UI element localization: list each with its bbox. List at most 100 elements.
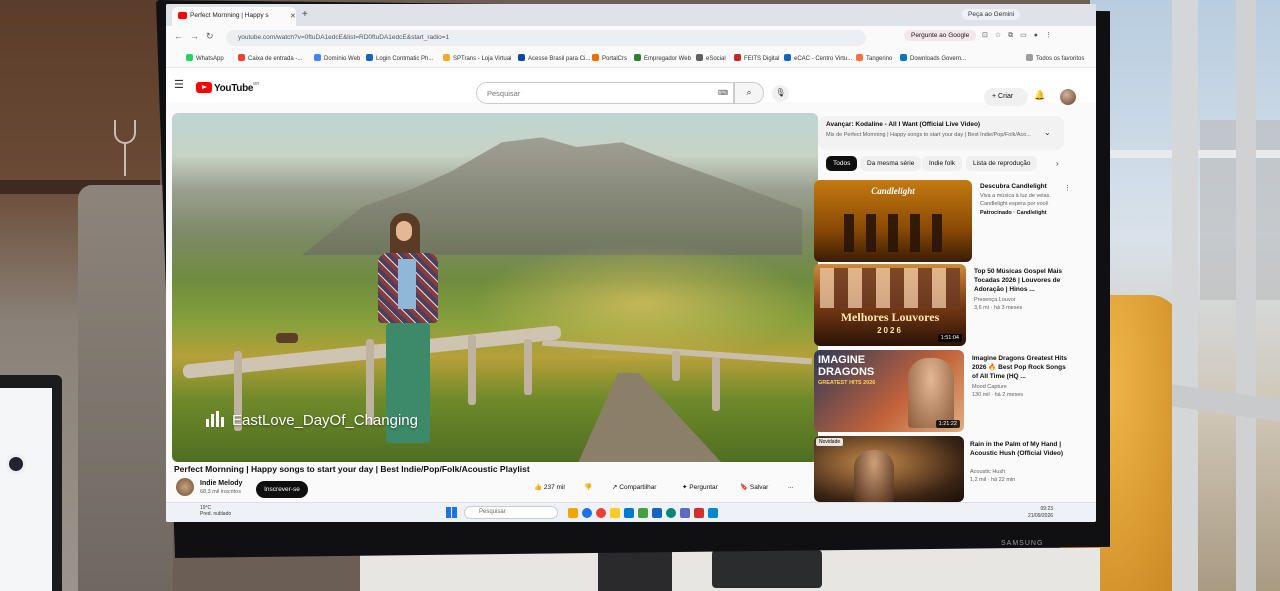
search-icon: ⌕ [746,87,752,97]
recommendation-item[interactable]: Melhores Louvores 2026 1:51:04 Top 50 Mú… [814,264,1076,348]
bookmark-icon [592,54,599,61]
laptop-avatar-icon [6,454,26,474]
forward-arrow-icon[interactable]: → [190,31,199,41]
browser-toolbar-icons[interactable]: ⊡☆⧉▭●⋮ [982,31,1059,40]
browser-tab-active[interactable]: Perfect Mornning | Happy s ✕ [172,7,296,26]
youtube-logo[interactable]: YouTubeBR [196,78,259,96]
reload-icon[interactable]: ↻ [206,31,214,42]
bookmark-item[interactable]: Empregador Web [634,54,691,62]
close-tab-icon[interactable]: ✕ [290,12,296,20]
url-input[interactable]: youtube.com/watch?v=0ftuDA1edcE&list=RD0… [226,30,866,46]
outlook-icon[interactable] [624,508,634,518]
channel-name: Presença Louvor [974,297,1016,303]
ask-button[interactable]: ✦ Perguntar [682,483,718,498]
recommendation-description: Viva a música à luz de velas. [980,193,1051,199]
folder-icon [1026,54,1033,61]
video-player[interactable]: EastLove_DayOf_Changing [172,113,818,462]
bookmark-item[interactable]: Acesse Brasil para Ci... [518,54,590,62]
microphone-icon: 🎙 [775,88,786,97]
windows-start-icon[interactable] [446,507,457,518]
bookmark-icon [443,54,450,61]
taskbar-search-input[interactable]: Pesquisar [464,506,558,519]
create-button[interactable]: + Criar [984,88,1028,106]
file-explorer-icon[interactable] [610,508,620,518]
bookmark-item[interactable]: Downloads Govern... [900,54,966,62]
video-thumbnail[interactable]: Novidade [814,436,964,502]
new-tab-icon[interactable]: + [302,9,308,20]
keyboard-icon[interactable]: ⌨ [718,89,728,97]
musicians-silhouette [844,214,944,252]
teams-icon[interactable] [680,508,690,518]
recommendation-item[interactable]: Novidade Rain in the Palm of My Hand | A… [814,436,1076,502]
tab-title: Perfect Mornning | Happy s [190,12,269,19]
youtube-favicon-icon [178,12,187,19]
fence-post [524,339,532,395]
laptop-screen [0,388,52,591]
bookmark-item[interactable]: WhatsApp [186,54,224,62]
bookmark-icon [314,54,321,61]
bookmark-icon [734,54,741,61]
fence-post [468,335,476,405]
bookmark-icon: 🔖 [740,484,750,491]
system-clock[interactable]: 09:23 21/09/2026 [1028,506,1053,520]
chrome-icon[interactable] [596,508,606,518]
fence-post [672,351,680,381]
taskbar-app-icon[interactable] [708,508,718,518]
bookmark-item[interactable]: eCAC - Centro Virtu... [784,54,852,62]
bookmark-item[interactable]: Tangerino [856,54,892,62]
chevron-down-icon[interactable]: ⌄ [1044,128,1051,137]
pdf-icon[interactable] [694,508,704,518]
bookmark-item[interactable]: Caixa de entrada -... [238,54,302,62]
excel-icon[interactable] [638,508,648,518]
share-button[interactable]: ↗ Compartilhar [612,483,656,498]
bookmark-item[interactable]: FEITS Digital [734,54,779,62]
channel-name[interactable]: Indie Melody [200,480,242,487]
edge-icon[interactable] [582,508,592,518]
bookmark-icon [900,54,907,61]
channel-avatar[interactable] [176,478,194,496]
bookmark-item[interactable]: eSocial [696,54,726,62]
notifications-bell-icon[interactable]: 🔔 [1034,90,1045,101]
gmail-icon [238,54,245,61]
windows-taskbar: 19°C Pred. nublado Pesquisar 09:23 21/09… [166,502,1096,522]
all-favorites-link[interactable]: Todos os favoritos [1026,54,1084,62]
bookmark-item[interactable]: Domínio Web [314,54,360,62]
more-actions-button[interactable]: ... [788,483,793,498]
audio-bars-icon [206,411,226,431]
chevron-right-icon[interactable]: › [1056,159,1059,168]
dislike-button[interactable]: 👎 [584,483,592,498]
account-avatar[interactable] [1060,89,1076,105]
chip-all[interactable]: Todos [826,156,858,171]
chip-same-series[interactable]: Da mesma série [860,156,922,171]
bookmark-item[interactable]: Login Contmatic Ph... [366,54,433,62]
word-icon[interactable] [652,508,662,518]
channel-name: Acoustic Hush [970,469,1006,475]
browser-icon[interactable] [666,508,676,518]
voice-search-button[interactable]: 🎙 [772,85,789,102]
subscribe-button[interactable]: Inscrever-se [256,481,308,498]
save-button[interactable]: 🔖 Salvar [740,483,768,498]
ask-gemini-button[interactable]: Peça ao Gemini [962,9,1021,20]
video-thumbnail[interactable]: Melhores Louvores 2026 1:51:04 [814,264,966,346]
bookmark-item[interactable]: PortalCrs [592,54,627,62]
search-button[interactable]: ⌕ [734,82,764,104]
weather-widget[interactable]: 19°C Pred. nublado [200,505,231,517]
chip-indie-folk[interactable]: Indie folk [922,156,963,171]
chip-playlist[interactable]: Lista de reprodução [966,156,1038,171]
bookmark-item[interactable]: SPTrans - Loja Virtual [443,54,511,62]
whatsapp-icon [186,54,193,61]
recommendation-item[interactable]: Candlelight Descubra Candlelight Viva a … [814,180,1076,262]
menu-icon[interactable]: ☰ [174,78,184,91]
video-thumbnail[interactable]: Candlelight [814,180,972,262]
recommendation-item[interactable]: IMAGINE DRAGONS GREATEST HITS 2026 1:21:… [814,350,1076,434]
video-thumbnail[interactable]: IMAGINE DRAGONS GREATEST HITS 2026 1:21:… [814,350,964,432]
more-options-icon[interactable]: ⋮ [1064,184,1071,192]
ask-google-button[interactable]: Pergunte ao Google [904,30,977,41]
taskbar-app-icon[interactable] [568,508,578,518]
like-button[interactable]: 👍 237 mil [534,483,565,498]
back-arrow-icon[interactable]: ← [174,31,183,41]
bookmarks-bar: WhatsApp Caixa de entrada -... Domínio W… [166,50,1096,68]
search-input[interactable]: Pesquisar [476,82,734,104]
up-next-panel[interactable]: Avançar: Kodaline - All I Want (Official… [818,116,1064,150]
bookmark-icon [366,54,373,61]
